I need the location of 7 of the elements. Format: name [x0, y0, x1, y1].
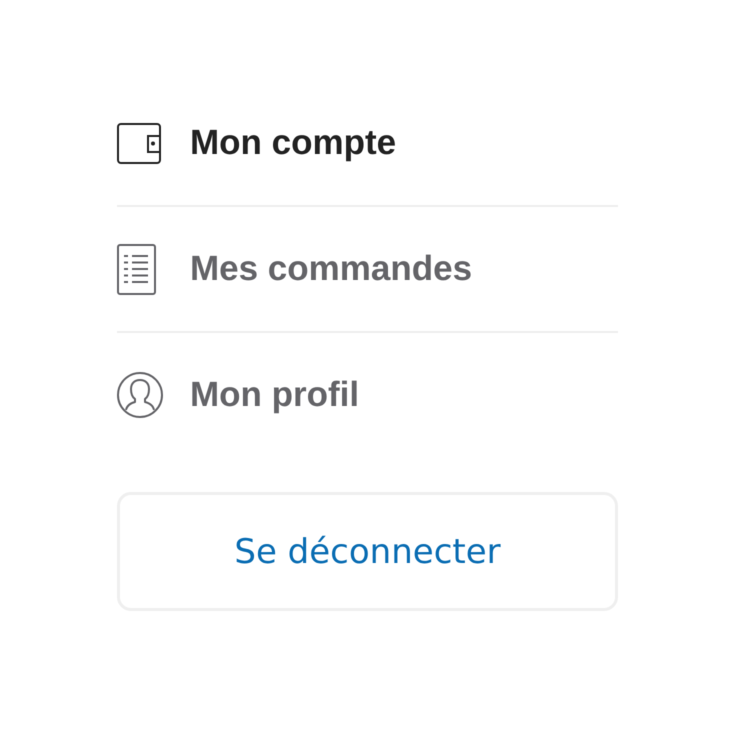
logout-button[interactable]: Se déconnecter: [117, 492, 618, 611]
wallet-icon: [117, 122, 161, 164]
menu-item[interactable]: Mon profil: [117, 333, 618, 457]
menu-item[interactable]: Mes commandes: [117, 207, 618, 333]
menu-item[interactable]: Mon compte: [117, 81, 618, 207]
user-icon: [117, 372, 163, 418]
list-icon: [117, 244, 156, 294]
